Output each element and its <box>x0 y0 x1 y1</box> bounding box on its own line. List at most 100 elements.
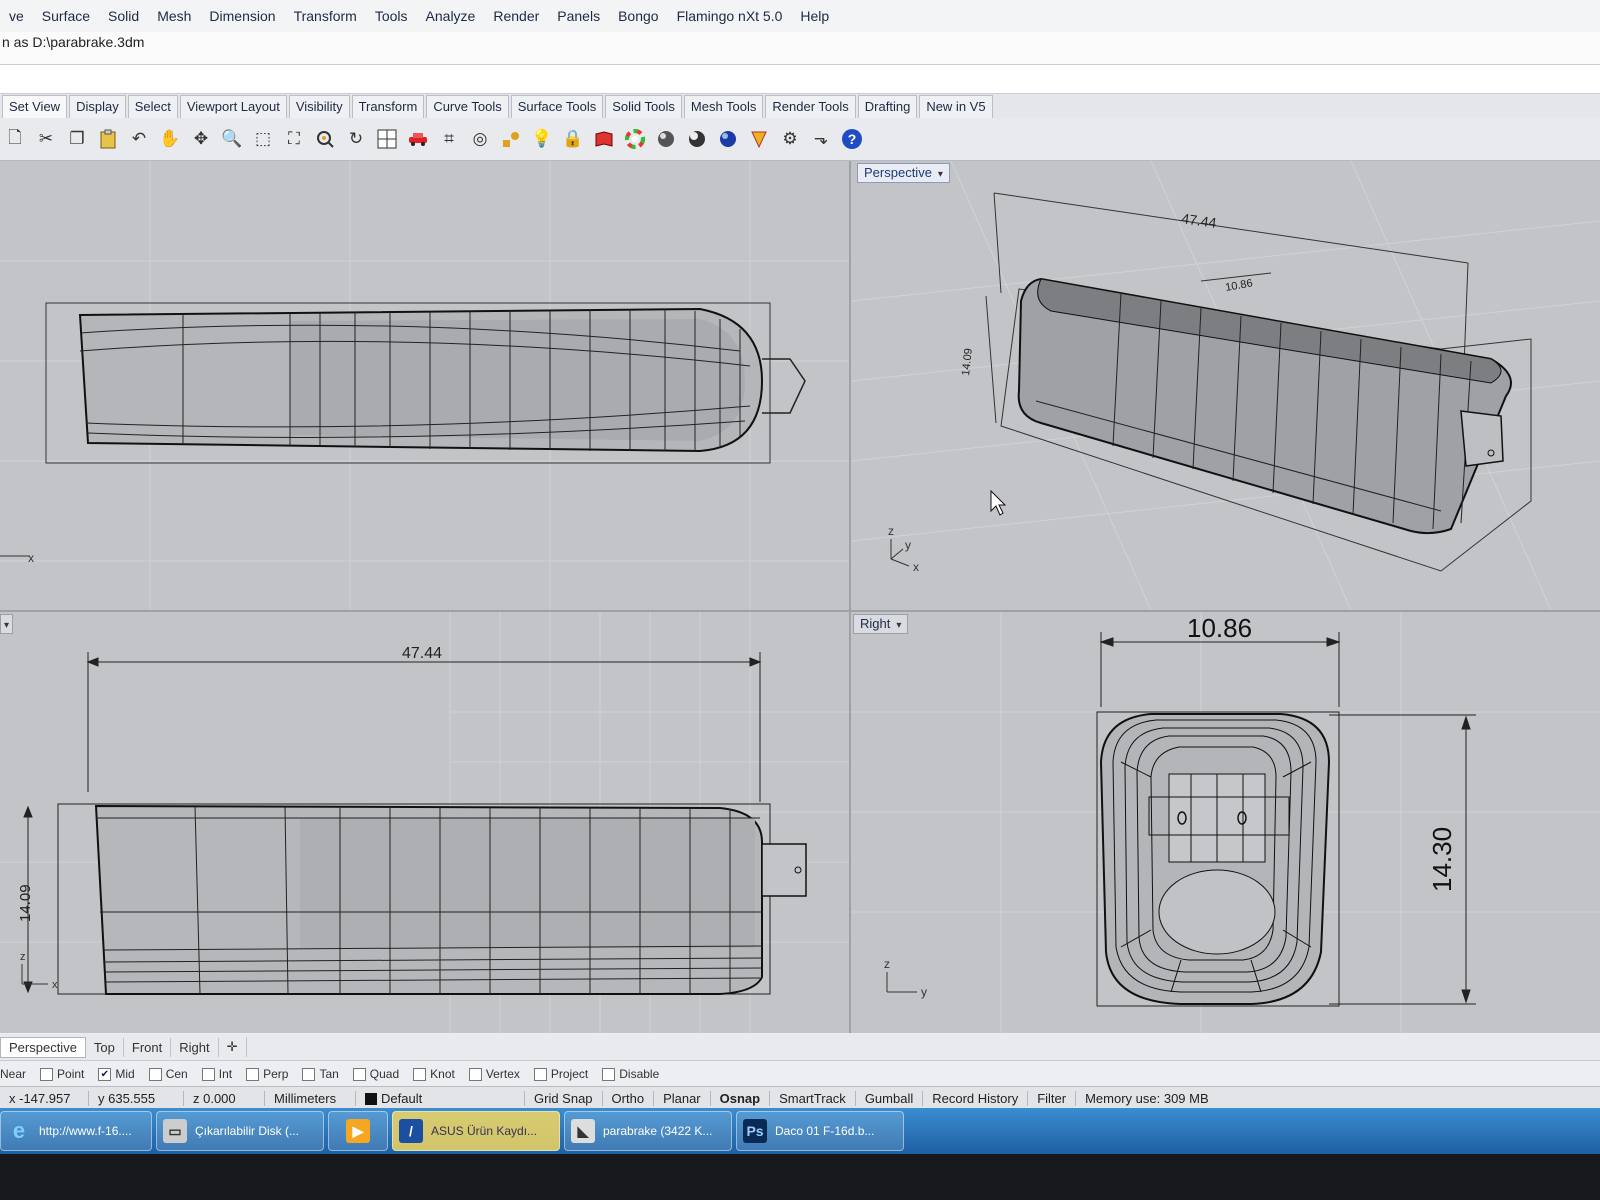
viewport-top[interactable]: x <box>0 161 849 610</box>
tab-render-tools[interactable]: Render Tools <box>765 95 856 118</box>
tab-viewport-layout[interactable]: Viewport Layout <box>179 95 287 118</box>
chevron-down-icon[interactable]: ▾ <box>938 167 943 183</box>
render-sphere-icon[interactable] <box>684 126 710 152</box>
dimension-icon[interactable]: ⬎ <box>808 126 834 152</box>
zoom-extents-icon[interactable]: ⛶ <box>281 126 307 152</box>
taskbar-item-browser[interactable]: e http://www.f-16.... <box>0 1111 152 1151</box>
viewport-right-title[interactable]: Right ▾ <box>853 614 909 634</box>
zoom-icon[interactable]: 🔍 <box>219 126 245 152</box>
viewport-front[interactable]: 47.44 14.09 z x <box>0 612 849 1033</box>
paste-icon[interactable] <box>95 126 121 152</box>
tab-visibility[interactable]: Visibility <box>288 95 350 118</box>
osnap-vertex-checkbox[interactable] <box>468 1067 482 1081</box>
menu-flamingo[interactable]: Flamingo nXt 5.0 <box>668 0 792 32</box>
color-wheel-icon[interactable] <box>622 126 648 152</box>
grid-snap-toggle[interactable]: Grid Snap <box>524 1090 602 1106</box>
add-viewport-icon[interactable]: ✛ <box>219 1037 247 1057</box>
status-layer[interactable]: Default <box>355 1090 524 1106</box>
osnap-cen-checkbox[interactable] <box>148 1067 162 1081</box>
osnap-int-checkbox[interactable] <box>201 1067 215 1081</box>
menu-dimension[interactable]: Dimension <box>200 0 284 32</box>
menu-panels[interactable]: Panels <box>548 0 609 32</box>
menu-solid[interactable]: Solid <box>99 0 148 32</box>
tab-viewport-right[interactable]: Right <box>171 1037 219 1057</box>
menu-transform[interactable]: Transform <box>285 0 366 32</box>
osnap-vertex[interactable]: Vertex <box>468 1067 520 1081</box>
tab-viewport-top[interactable]: Top <box>86 1037 124 1057</box>
tab-solid-tools[interactable]: Solid Tools <box>605 95 682 118</box>
osnap-knot[interactable]: Knot <box>413 1067 455 1081</box>
osnap-quad-checkbox[interactable] <box>352 1067 366 1081</box>
zoom-selected-icon[interactable] <box>312 126 338 152</box>
osnap-quad[interactable]: Quad <box>352 1067 399 1081</box>
gumball-toggle[interactable]: Gumball <box>854 1090 922 1106</box>
osnap-mid-checkbox[interactable]: ✔ <box>98 1067 112 1081</box>
tab-select[interactable]: Select <box>127 95 178 118</box>
osnap-perp[interactable]: Perp <box>246 1067 288 1081</box>
rotate-view-icon[interactable]: ✥ <box>188 126 214 152</box>
tab-set-view[interactable]: Set View <box>2 95 68 118</box>
rotate-icon[interactable]: ↻ <box>343 126 369 152</box>
osnap-toggle[interactable]: Osnap <box>709 1090 769 1106</box>
osnap-project-checkbox[interactable] <box>533 1067 547 1081</box>
tab-viewport-front[interactable]: Front <box>124 1037 172 1057</box>
tab-transform[interactable]: Transform <box>351 95 425 118</box>
light-icon[interactable]: 💡 <box>529 126 555 152</box>
osnap-mid[interactable]: ✔ Mid <box>98 1067 135 1081</box>
menu-mesh[interactable]: Mesh <box>148 0 200 32</box>
grid-icon[interactable]: ⌗ <box>436 126 462 152</box>
undo-icon[interactable]: ↶ <box>126 126 152 152</box>
copy-icon[interactable]: ❐ <box>64 126 90 152</box>
taskbar-item-photoshop[interactable]: Ps Daco 01 F-16d.b... <box>736 1111 904 1151</box>
smarttrack-toggle[interactable]: SmartTrack <box>769 1090 855 1106</box>
cone-icon[interactable] <box>746 126 772 152</box>
shade-sphere-icon[interactable] <box>653 126 679 152</box>
tab-display[interactable]: Display <box>69 95 126 118</box>
taskbar-item-asus[interactable]: / ASUS Ürün Kaydı... <box>392 1111 560 1151</box>
chevron-down-icon[interactable]: ▾ <box>4 618 9 634</box>
ortho-toggle[interactable]: Ortho <box>601 1090 654 1106</box>
osnap-disable-checkbox[interactable] <box>602 1067 616 1081</box>
taskbar-item-parabrake[interactable]: ◣ parabrake (3422 K... <box>564 1111 732 1151</box>
tab-surface-tools[interactable]: Surface Tools <box>510 95 604 118</box>
tab-curve-tools[interactable]: Curve Tools <box>426 95 509 118</box>
tab-mesh-tools[interactable]: Mesh Tools <box>683 95 764 118</box>
status-units[interactable]: Millimeters <box>264 1090 355 1106</box>
four-viewports-icon[interactable] <box>374 126 400 152</box>
tab-drafting[interactable]: Drafting <box>857 95 918 118</box>
gear-icon[interactable]: ⚙ <box>777 126 803 152</box>
osnap-point-checkbox[interactable] <box>40 1067 54 1081</box>
planar-toggle[interactable]: Planar <box>653 1090 710 1106</box>
taskbar-item-removable-disk[interactable]: ▭ Çıkarılabilir Disk (... <box>156 1111 324 1151</box>
tab-new-in-v5[interactable]: New in V5 <box>919 95 993 118</box>
help-icon[interactable]: ? <box>839 126 865 152</box>
viewport-front-title[interactable]: ▾ <box>0 614 14 634</box>
cut-icon[interactable]: ✂ <box>33 126 59 152</box>
osnap-point[interactable]: Point <box>40 1067 84 1081</box>
viewport-right[interactable]: 10.86 14.30 z y Right ▾ <box>851 612 1600 1033</box>
menu-file-partial[interactable]: ve <box>0 0 33 32</box>
book-icon[interactable] <box>591 126 617 152</box>
lock-icon[interactable]: 🔒 <box>560 126 586 152</box>
osnap-perp-checkbox[interactable] <box>246 1067 260 1081</box>
taskbar-item-media-player[interactable]: ▶ <box>328 1111 388 1151</box>
command-prompt-input[interactable] <box>0 64 1600 94</box>
menu-surface[interactable]: Surface <box>33 0 99 32</box>
car-icon[interactable] <box>405 126 431 152</box>
osnap-int[interactable]: Int <box>201 1067 232 1081</box>
viewport-perspective-title[interactable]: Perspective ▾ <box>857 163 950 183</box>
osnap-knot-checkbox[interactable] <box>413 1067 427 1081</box>
points-icon[interactable] <box>498 126 524 152</box>
menu-bongo[interactable]: Bongo <box>609 0 667 32</box>
osnap-disable[interactable]: Disable <box>602 1067 659 1081</box>
osnap-project[interactable]: Project <box>533 1067 588 1081</box>
circle-icon[interactable]: ◎ <box>467 126 493 152</box>
menu-tools[interactable]: Tools <box>366 0 417 32</box>
menu-help[interactable]: Help <box>791 0 838 32</box>
menu-render[interactable]: Render <box>484 0 548 32</box>
osnap-tan[interactable]: Tan <box>302 1067 339 1081</box>
new-icon[interactable]: 🗋 <box>2 126 28 152</box>
tab-viewport-perspective[interactable]: Perspective <box>0 1036 86 1058</box>
osnap-cen[interactable]: Cen <box>148 1067 188 1081</box>
osnap-near[interactable]: Near <box>0 1067 26 1081</box>
